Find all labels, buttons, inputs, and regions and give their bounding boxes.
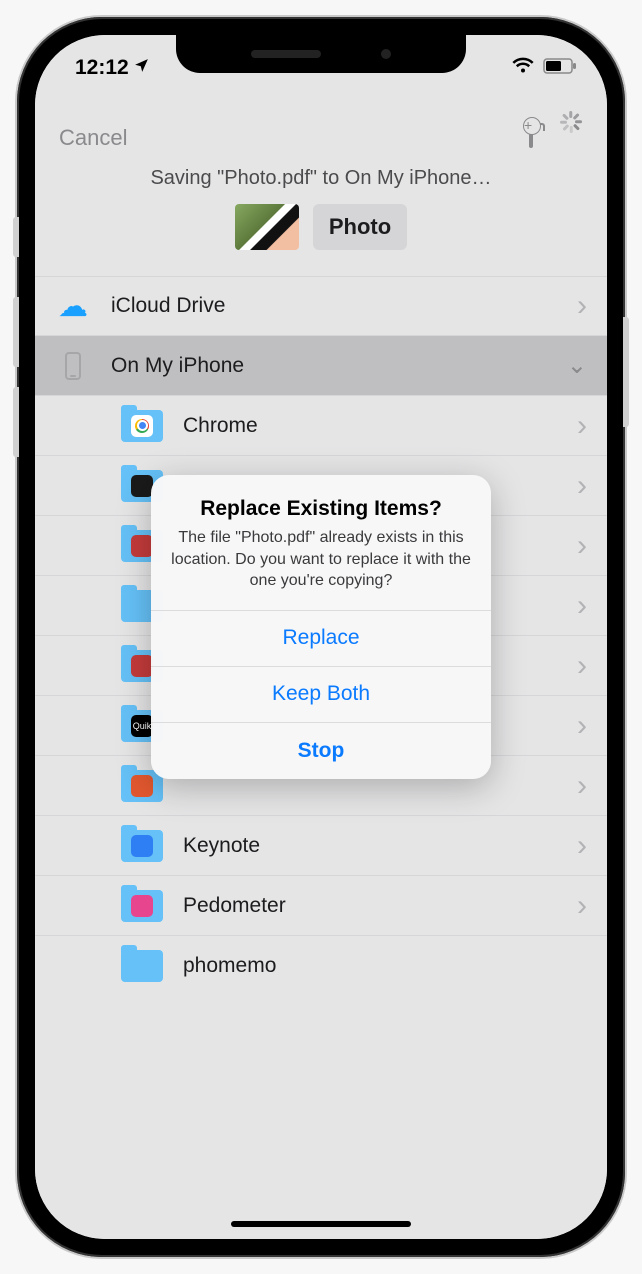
folder-row[interactable]: Pedometer › [35,876,607,936]
alert-keep-both-button[interactable]: Keep Both [151,667,491,723]
notch [176,35,466,73]
app-badge-icon [131,655,153,677]
saving-title: Saving "Photo.pdf" to On My iPhone… [35,161,607,204]
alert-message: The file "Photo.pdf" already exists in t… [171,527,471,592]
folder-row[interactable]: phomemo [35,936,607,996]
location-on-my-iphone[interactable]: On My iPhone ⌄ [35,336,607,396]
new-folder-button[interactable] [529,129,533,147]
filename-chip[interactable]: Photo [313,204,407,250]
status-time: 12:12 [75,56,129,80]
new-folder-icon [529,127,533,148]
iphone-icon [65,352,81,380]
file-thumbnail [235,204,299,250]
location-label: iCloud Drive [111,294,559,318]
alert-replace-button[interactable]: Replace [151,611,491,667]
power-button [623,317,629,427]
screen: 12:12 Cancel [35,35,607,1239]
folder-label: Chrome [183,414,559,438]
folder-label: phomemo [183,954,587,978]
alert-title: Replace Existing Items? [171,497,471,521]
location-icon [133,56,150,80]
app-badge-icon [131,835,153,857]
app-badge-icon [131,415,153,437]
file-preview-row: Photo [35,204,607,276]
location-label: On My iPhone [111,354,549,378]
cloud-icon: ☁ [58,289,88,324]
folder-icon [121,830,163,862]
app-badge-icon [131,475,153,497]
wifi-icon [511,56,535,80]
home-indicator[interactable] [231,1221,411,1227]
folder-label: Keynote [183,834,559,858]
device-frame: 12:12 Cancel [17,17,625,1257]
app-badge-icon [131,775,153,797]
app-badge-icon [131,895,153,917]
nav-bar: Cancel [35,125,607,161]
folder-row[interactable]: Chrome › [35,396,607,456]
alert-stop-button[interactable]: Stop [151,723,491,779]
folder-icon [121,950,163,982]
volume-down [13,387,19,457]
mute-switch [13,217,19,257]
folder-row[interactable]: Keynote › [35,816,607,876]
app-badge-icon: Quik [131,715,153,737]
folder-icon [121,890,163,922]
folder-icon [121,410,163,442]
activity-spinner-icon [559,126,583,150]
replace-alert: Replace Existing Items? The file "Photo.… [151,475,491,779]
battery-icon [543,56,577,80]
chevron-down-icon: ⌄ [567,351,587,380]
location-icloud[interactable]: ☁ iCloud Drive › [35,276,607,336]
cancel-button[interactable]: Cancel [59,125,127,151]
volume-up [13,297,19,367]
app-badge-icon [131,535,153,557]
folder-label: Pedometer [183,894,559,918]
